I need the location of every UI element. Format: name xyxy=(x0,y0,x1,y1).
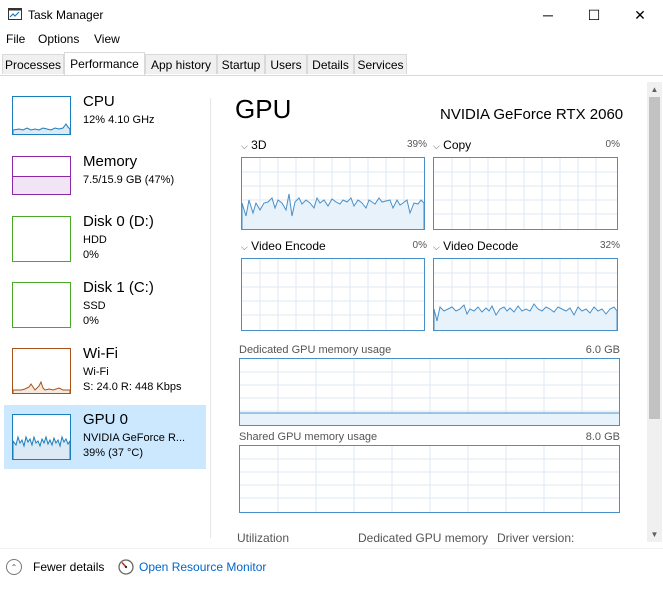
chevron-down-icon: ⌵ xyxy=(241,242,248,252)
engine-name: 3D xyxy=(251,138,267,152)
sidebar-item-usage: 0% xyxy=(83,249,99,261)
gpu-thumbnail-graph xyxy=(12,414,71,460)
close-icon: ✕ xyxy=(634,6,646,23)
dedicated-gpu-memory-stat-label: Dedicated GPU memory xyxy=(358,531,489,545)
sidebar-item-disk1[interactable]: Disk 1 (C:) SSD 0% xyxy=(4,273,206,337)
sidebar-item-wifi[interactable]: Wi-Fi Wi-Fi S: 24.0 R: 448 Kbps xyxy=(4,339,206,403)
sidebar-item-detail: 7.5/15.9 GB (47%) xyxy=(83,174,175,186)
tab-users[interactable]: Users xyxy=(265,54,307,74)
scroll-down-icon[interactable]: ▼ xyxy=(647,527,662,542)
chevron-down-icon: ⌵ xyxy=(241,141,248,151)
menu-file[interactable]: File xyxy=(6,32,25,46)
window-title: Task Manager xyxy=(28,8,104,22)
sidebar-item-detail: HDD xyxy=(83,234,107,246)
graph-3d xyxy=(241,157,425,230)
sidebar-item-memory[interactable]: Memory 7.5/15.9 GB (47%) xyxy=(4,147,206,211)
graph-video-decode xyxy=(433,258,618,331)
sidebar-item-detail: SSD xyxy=(83,300,106,312)
graph-shared-memory xyxy=(239,445,620,513)
sidebar-item-cpu[interactable]: CPU 12% 4.10 GHz xyxy=(4,87,206,151)
engine-selector-video-encode[interactable]: ⌵ Video Encode xyxy=(241,239,326,253)
dedicated-memory-label: Dedicated GPU memory usage xyxy=(239,344,392,356)
engine-percent: 0% xyxy=(412,240,427,251)
engine-selector-video-decode[interactable]: ⌵ Video Decode xyxy=(433,239,518,253)
graph-video-encode xyxy=(241,258,425,331)
graph-copy xyxy=(433,157,618,230)
driver-version-label: Driver version: xyxy=(497,531,575,545)
tab-services[interactable]: Services xyxy=(354,54,407,74)
maximize-icon: ☐ xyxy=(587,6,601,23)
scrollbar-thumb[interactable] xyxy=(649,97,660,419)
disk0-thumbnail-graph xyxy=(12,216,71,262)
engine-percent: 0% xyxy=(605,139,620,150)
sidebar-item-detail: Wi-Fi xyxy=(83,366,109,378)
engine-percent: 32% xyxy=(599,240,620,251)
sidebar-item-title: GPU 0 xyxy=(83,411,129,428)
task-manager-icon xyxy=(8,8,22,20)
utilization-label: Utilization xyxy=(237,531,290,545)
graph-dedicated-memory xyxy=(239,358,620,426)
fewer-details-label[interactable]: Fewer details xyxy=(33,560,104,574)
sidebar-item-title: Wi-Fi xyxy=(83,345,118,362)
engine-name: Video Decode xyxy=(443,239,519,253)
cpu-thumbnail-graph xyxy=(12,96,71,135)
sidebar-item-usage: 0% xyxy=(83,315,99,327)
sidebar-item-title: Memory xyxy=(83,153,138,170)
sidebar-item-title: Disk 0 (D:) xyxy=(83,213,154,230)
sidebar-item-throughput: S: 24.0 R: 448 Kbps xyxy=(83,381,182,393)
memory-thumbnail-graph xyxy=(12,156,71,195)
sidebar-item-detail: NVIDIA GeForce R... xyxy=(83,432,186,444)
panel-divider xyxy=(210,98,211,538)
tab-details[interactable]: Details xyxy=(307,54,354,74)
tab-startup[interactable]: Startup xyxy=(217,54,265,74)
sidebar-item-title: CPU xyxy=(83,93,115,110)
sidebar-item-title: Disk 1 (C:) xyxy=(83,279,154,296)
gpu-model-name: NVIDIA GeForce RTX 2060 xyxy=(440,106,624,123)
sidebar-item-gpu0[interactable]: GPU 0 NVIDIA GeForce R... 39% (37 °C) xyxy=(4,405,206,469)
engine-selector-copy[interactable]: ⌵ Copy xyxy=(433,138,471,152)
chevron-down-icon: ⌵ xyxy=(433,141,440,151)
shared-memory-label: Shared GPU memory usage xyxy=(239,431,378,443)
menu-options[interactable]: Options xyxy=(38,32,79,46)
engine-name: Copy xyxy=(443,138,472,152)
minimize-button[interactable]: ─ xyxy=(525,0,571,30)
tab-performance[interactable]: Performance xyxy=(64,52,145,75)
chevron-up-icon: ⌃ xyxy=(6,559,22,575)
open-resource-monitor-link[interactable]: Open Resource Monitor xyxy=(139,560,266,574)
wifi-thumbnail-graph xyxy=(12,348,71,394)
engine-selector-3d[interactable]: ⌵ 3D xyxy=(241,138,267,152)
tab-processes[interactable]: Processes xyxy=(2,54,64,74)
fewer-details-button[interactable]: ⌃ xyxy=(6,559,22,575)
maximize-button[interactable]: ☐ xyxy=(571,0,617,30)
dedicated-memory-max: 6.0 GB xyxy=(585,344,620,356)
chevron-down-icon: ⌵ xyxy=(433,242,440,252)
minimize-icon: ─ xyxy=(543,7,553,23)
menu-view[interactable]: View xyxy=(94,32,120,46)
scroll-up-icon[interactable]: ▲ xyxy=(647,82,662,97)
resource-monitor-icon xyxy=(118,559,134,578)
disk1-thumbnail-graph xyxy=(12,282,71,328)
tab-app-history[interactable]: App history xyxy=(145,54,217,74)
engine-name: Video Encode xyxy=(251,239,326,253)
shared-memory-max: 8.0 GB xyxy=(585,431,620,443)
engine-percent: 39% xyxy=(406,139,427,150)
close-button[interactable]: ✕ xyxy=(617,0,663,30)
sidebar-item-disk0[interactable]: Disk 0 (D:) HDD 0% xyxy=(4,207,206,271)
footer-divider xyxy=(0,548,663,549)
sidebar-item-detail: 12% 4.10 GHz xyxy=(83,114,155,126)
sidebar-item-usage: 39% (37 °C) xyxy=(83,447,144,459)
page-title: GPU xyxy=(235,94,292,124)
